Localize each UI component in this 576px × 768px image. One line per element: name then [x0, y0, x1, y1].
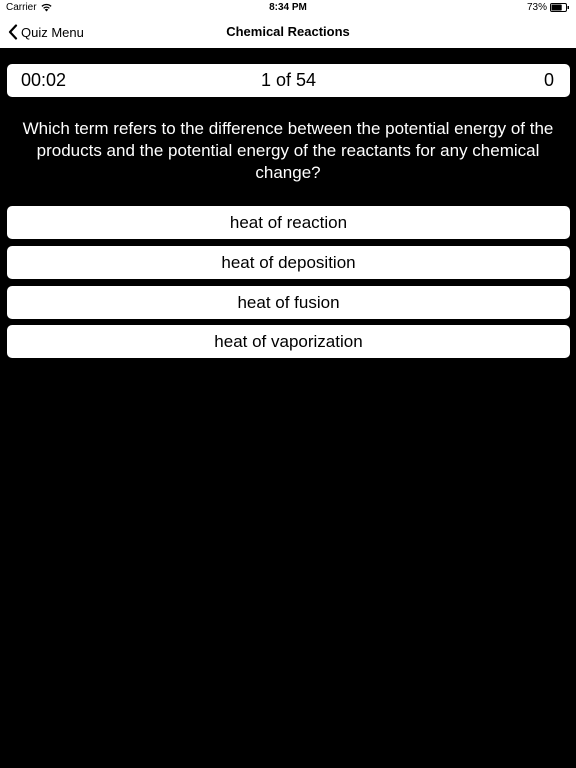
- question-text: Which term refers to the difference betw…: [22, 119, 554, 182]
- answer-button-1[interactable]: heat of reaction: [7, 206, 570, 239]
- status-right: 73%: [527, 2, 570, 13]
- status-bar: Carrier 8:34 PM 73%: [0, 0, 576, 16]
- answer-label: heat of fusion: [237, 292, 340, 312]
- answer-label: heat of reaction: [229, 212, 348, 232]
- nav-title: Chemical Reactions: [226, 24, 350, 39]
- battery-icon: [550, 3, 570, 12]
- answer-button-2[interactable]: heat of deposition: [7, 246, 570, 279]
- quiz-info-bar: 00:02 1 of 54 0: [7, 64, 570, 97]
- header: Carrier 8:34 PM 73% Quiz Menu Chemical R…: [0, 0, 576, 48]
- status-time: 8:34 PM: [269, 2, 307, 13]
- quiz-score: 0: [543, 70, 554, 90]
- answer-label: heat of vaporization: [214, 331, 363, 351]
- answer-button-3[interactable]: heat of fusion: [7, 286, 570, 319]
- question-progress: 1 of 54: [260, 70, 317, 90]
- answer-label: heat of deposition: [221, 252, 356, 272]
- nav-bar: Quiz Menu Chemical Reactions: [0, 16, 576, 48]
- answer-button-4[interactable]: heat of vaporization: [7, 325, 570, 358]
- battery-percent: 73%: [526, 2, 547, 13]
